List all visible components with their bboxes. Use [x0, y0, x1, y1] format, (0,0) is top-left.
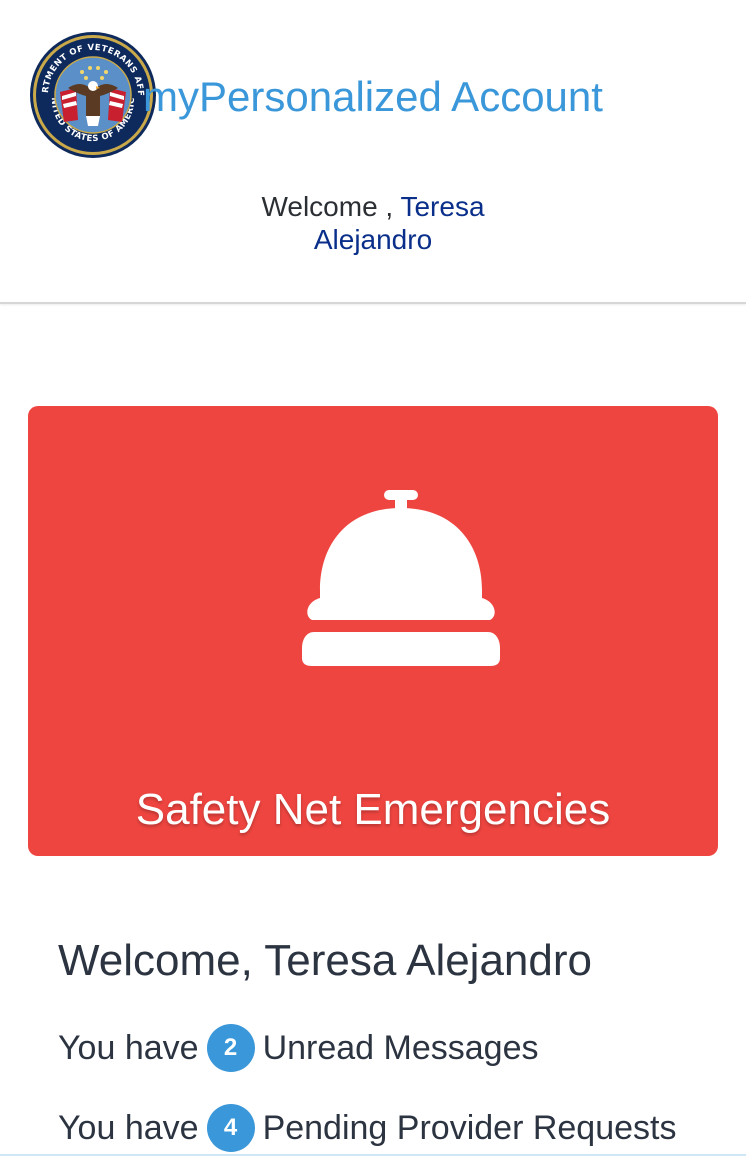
requests-prefix: You have: [58, 1109, 199, 1147]
unread-messages-summary[interactable]: You have 2 Unread Messages: [58, 1024, 538, 1072]
header-welcome: Welcome , Teresa Alejandro: [200, 190, 546, 256]
messages-prefix: You have: [58, 1029, 199, 1067]
messages-suffix[interactable]: Unread Messages: [263, 1027, 539, 1069]
service-bell-icon: [302, 490, 500, 666]
user-last-name[interactable]: Alejandro: [314, 224, 432, 255]
app-header: DEPARTMENT OF VETERANS AFFAIRS UNITED ST…: [0, 0, 746, 304]
requests-suffix[interactable]: Pending Provider Requests: [263, 1107, 677, 1149]
emergency-card-label: Safety Net Emergencies: [135, 785, 611, 834]
pending-requests-summary[interactable]: You have 4 Pending Provider Requests: [58, 1104, 676, 1152]
safety-net-emergencies-button[interactable]: Safety Net Emergencies: [28, 406, 718, 856]
user-first-name[interactable]: Teresa: [400, 191, 484, 222]
welcome-heading: Welcome, Teresa Alejandro: [58, 936, 592, 985]
welcome-prefix: Welcome ,: [261, 191, 394, 222]
pending-requests-count-badge[interactable]: 4: [206, 1104, 255, 1152]
app-title[interactable]: myPersonalized Account: [120, 74, 626, 119]
page: DEPARTMENT OF VETERANS AFFAIRS UNITED ST…: [0, 0, 746, 1156]
unread-messages-count-badge[interactable]: 2: [206, 1024, 255, 1072]
